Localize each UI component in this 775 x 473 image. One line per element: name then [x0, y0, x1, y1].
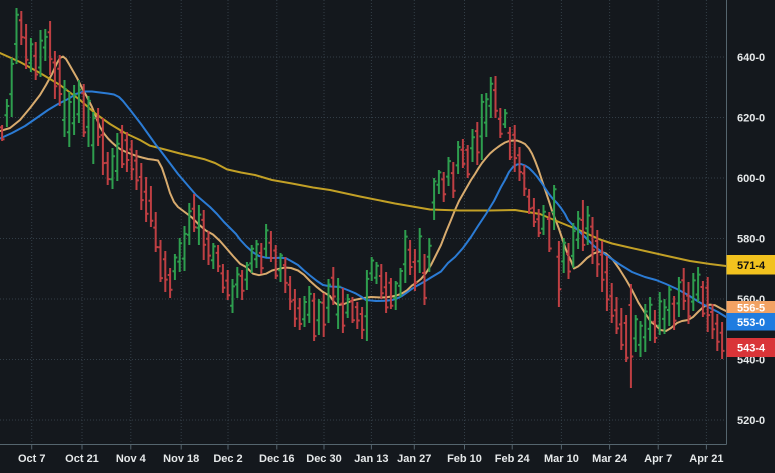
svg-text:Mar 10: Mar 10 — [544, 453, 579, 465]
svg-text:600-0: 600-0 — [737, 173, 765, 185]
svg-text:580-0: 580-0 — [737, 234, 765, 246]
svg-text:Dec 30: Dec 30 — [306, 453, 341, 465]
svg-text:Oct 21: Oct 21 — [65, 453, 99, 465]
svg-text:Dec 16: Dec 16 — [259, 453, 294, 465]
svg-text:Jan 27: Jan 27 — [397, 453, 431, 465]
svg-text:Nov 18: Nov 18 — [163, 453, 199, 465]
svg-text:Mar 24: Mar 24 — [592, 453, 628, 465]
svg-text:Apr 7: Apr 7 — [644, 453, 672, 465]
svg-text:640-0: 640-0 — [737, 52, 765, 64]
svg-text:553-0: 553-0 — [737, 317, 765, 329]
svg-text:Dec 2: Dec 2 — [213, 453, 242, 465]
svg-text:Feb 10: Feb 10 — [447, 453, 482, 465]
svg-text:556-5: 556-5 — [737, 303, 765, 315]
svg-text:Feb 24: Feb 24 — [495, 453, 531, 465]
svg-text:520-0: 520-0 — [737, 415, 765, 427]
svg-text:543-4: 543-4 — [737, 343, 766, 355]
svg-text:Jan 13: Jan 13 — [354, 453, 388, 465]
svg-text:Apr 21: Apr 21 — [689, 453, 723, 465]
svg-text:Nov 4: Nov 4 — [116, 453, 147, 465]
svg-text:571-4: 571-4 — [737, 260, 766, 272]
svg-text:Oct 7: Oct 7 — [18, 453, 46, 465]
svg-text:620-0: 620-0 — [737, 113, 765, 125]
